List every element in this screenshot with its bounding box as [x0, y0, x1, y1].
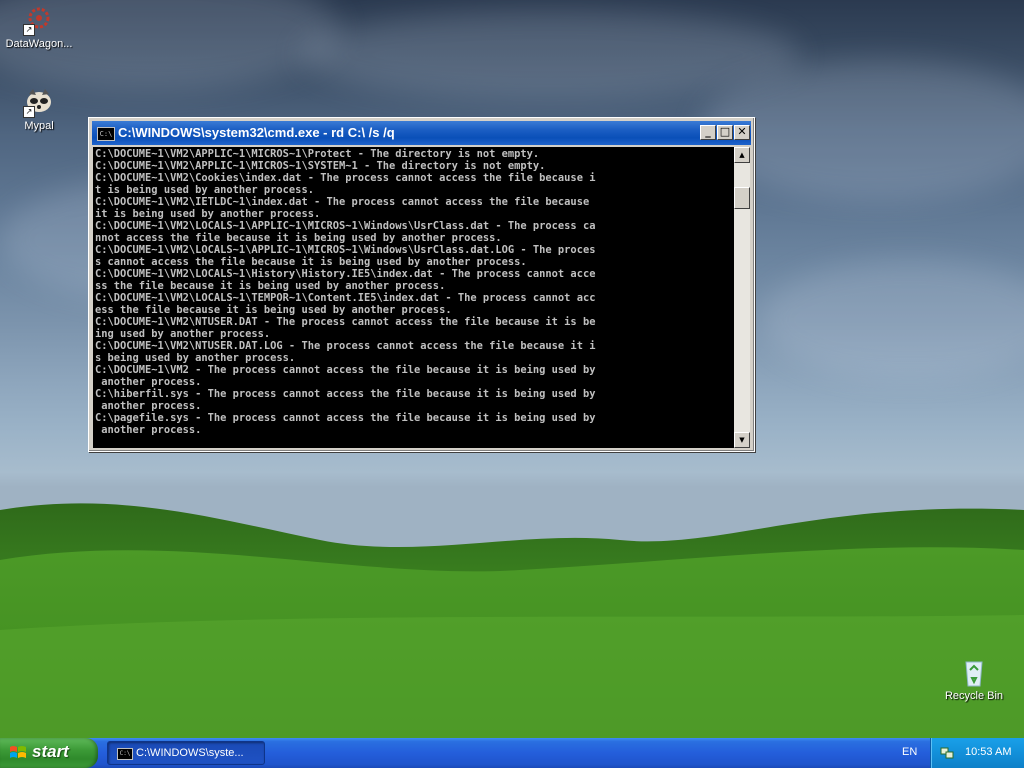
taskbar-item-label: C:\WINDOWS\syste... — [136, 747, 244, 759]
console-line: s being used by another process. — [95, 352, 296, 364]
language-indicator[interactable]: EN — [902, 746, 917, 758]
console-line: another process. — [95, 424, 202, 436]
console-output[interactable]: C:\DOCUME~1\VM2\APPLIC~1\MICROS~1\Protec… — [93, 147, 734, 448]
scroll-up-arrow-icon[interactable]: ▲ — [734, 147, 750, 163]
green-hills — [0, 470, 1024, 738]
maximize-button[interactable]: □ — [717, 125, 733, 140]
desktop-icon-label: Mypal — [24, 120, 54, 132]
sky-cloud — [300, 10, 800, 100]
cmd-window-title: C:\WINDOWS\system32\cmd.exe - rd C:\ /s … — [118, 125, 395, 140]
datawagon-icon: ↗ — [23, 4, 55, 36]
console-line: nnot access the file because it is being… — [95, 232, 502, 244]
scrollbar-thumb[interactable] — [734, 187, 750, 209]
start-label: start — [32, 742, 69, 761]
desktop-icon-recycle-bin[interactable]: Recycle Bin — [935, 656, 1013, 702]
console-line: C:\DOCUME~1\VM2\APPLIC~1\MICROS~1\Protec… — [95, 148, 540, 160]
console-line: C:\DOCUME~1\VM2\NTUSER.DAT.LOG - The pro… — [95, 340, 596, 352]
desktop-icon-label: Recycle Bin — [944, 690, 1004, 702]
console-line: C:\pagefile.sys - The process cannot acc… — [95, 412, 596, 424]
console-line: C:\DOCUME~1\VM2\LOCALS~1\History\History… — [95, 268, 596, 280]
close-button[interactable]: ✕ — [734, 125, 750, 140]
shortcut-arrow-icon: ↗ — [23, 106, 35, 118]
console-line: C:\DOCUME~1\VM2\LOCALS~1\TEMPOR~1\Conten… — [95, 292, 596, 304]
taskbar: start C:\ C:\WINDOWS\syste... EN 10:53 A… — [0, 738, 1024, 768]
console-line: it is being used by another process. — [95, 208, 321, 220]
minimize-button[interactable]: _ — [700, 125, 716, 140]
console-line: t is being used by another process. — [95, 184, 314, 196]
console-line: C:\DOCUME~1\VM2\IETLDC~1\index.dat - The… — [95, 196, 590, 208]
network-icon[interactable] — [940, 746, 954, 760]
cmd-window-icon[interactable]: C:\ — [97, 127, 115, 141]
console-line: C:\DOCUME~1\VM2\Cookies\index.dat - The … — [95, 172, 596, 184]
console-line: C:\DOCUME~1\VM2\LOCALS~1\APPLIC~1\MICROS… — [95, 244, 596, 256]
windows-flag-icon — [10, 746, 26, 758]
console-line: ess the file because it is being used by… — [95, 304, 452, 316]
cmd-window[interactable]: C:\ C:\WINDOWS\system32\cmd.exe - rd C:\… — [88, 117, 755, 452]
system-tray: 10:53 AM — [930, 738, 1024, 768]
sky-cloud — [760, 260, 1024, 380]
desktop-icon-label: DataWagon... — [5, 38, 73, 50]
cmd-task-icon: C:\ — [117, 748, 133, 760]
console-line: another process. — [95, 376, 202, 388]
desktop-icon-datawagon[interactable]: ↗ DataWagon... — [0, 4, 78, 50]
start-button[interactable]: start — [0, 738, 98, 768]
recycle-bin-icon — [958, 656, 990, 688]
shortcut-arrow-icon: ↗ — [23, 24, 35, 36]
console-line: s cannot access the file because it is b… — [95, 256, 527, 268]
console-line: C:\DOCUME~1\VM2 - The process cannot acc… — [95, 364, 596, 376]
console-line: ss the file because it is being used by … — [95, 280, 446, 292]
console-line: C:\hiberfil.sys - The process cannot acc… — [95, 388, 596, 400]
console-line: C:\DOCUME~1\VM2\NTUSER.DAT - The process… — [95, 316, 596, 328]
desktop-icon-mypal[interactable]: ↗ Mypal — [0, 86, 78, 132]
console-line: C:\DOCUME~1\VM2\LOCALS~1\APPLIC~1\MICROS… — [95, 220, 596, 232]
console-line: C:\DOCUME~1\VM2\APPLIC~1\MICROS~1\SYSTEM… — [95, 160, 546, 172]
console-line: another process. — [95, 400, 202, 412]
vertical-scrollbar[interactable]: ▲ ▼ — [734, 147, 750, 448]
mypal-icon: ↗ — [23, 86, 55, 118]
cmd-titlebar[interactable]: C:\ C:\WINDOWS\system32\cmd.exe - rd C:\… — [92, 121, 751, 145]
scroll-down-arrow-icon[interactable]: ▼ — [734, 432, 750, 448]
clock[interactable]: 10:53 AM — [965, 746, 1011, 758]
taskbar-item-cmd[interactable]: C:\ C:\WINDOWS\syste... — [107, 741, 265, 765]
console-line: ing used by another process. — [95, 328, 271, 340]
